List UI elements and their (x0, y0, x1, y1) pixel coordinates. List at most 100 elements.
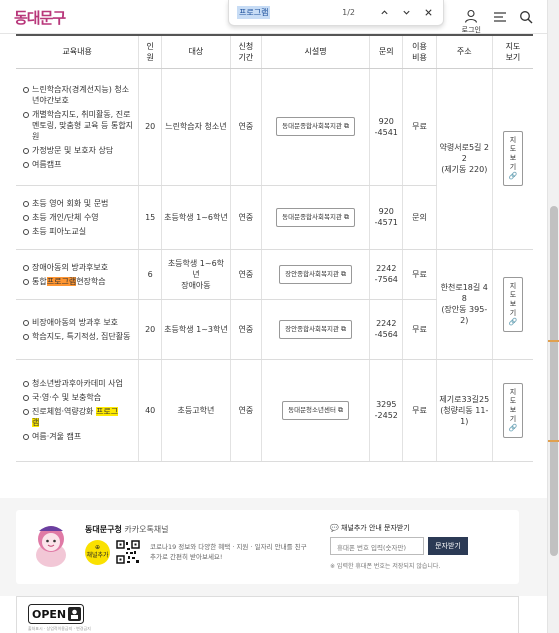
kakao-description: 코로나19 정보와 다양한 혜택 · 지원 · 일자리 안내를 친구추가로 간편… (150, 543, 307, 561)
chevron-up-icon (380, 10, 388, 15)
link-icon: 🔗 (508, 423, 518, 432)
close-icon (424, 9, 432, 16)
page-scrollbar[interactable] (547, 0, 559, 633)
find-query-input[interactable]: 프로그램 (237, 6, 271, 19)
facility-link[interactable]: 동대문종합사회복지관 ⧉ (276, 117, 355, 136)
list-item: 통합프로그램현장학습 (22, 276, 136, 287)
col-contact: 문의 (369, 34, 403, 69)
program-cell: 청소년방과후아카데미 사업 국·영·수 및 보충학습 진로체험·역량강화 프로그… (16, 359, 139, 462)
period-cell: 연중 (229, 185, 262, 250)
find-match-count: 1/2 (342, 8, 355, 17)
period-cell: 연중 (229, 359, 262, 462)
kakao-title: 동대문구청 카카오톡채널 (85, 525, 169, 534)
facility-link[interactable]: 장안종합사회복지관 ⧉ (279, 319, 352, 339)
list-item: 비장애아동의 방과후 보호 (22, 317, 136, 328)
list-item: 청소년방과후아카데미 사업 (22, 378, 136, 389)
facility-link[interactable]: 동대문청소년센터 ⧉ (282, 400, 349, 420)
map-cell: 지 도 보 기 🔗 (491, 249, 533, 360)
external-link-icon: ⧉ (343, 212, 349, 221)
link-icon: 🔗 (508, 172, 518, 180)
link-icon: 🔗 (508, 317, 518, 326)
chevron-down-icon (402, 10, 410, 15)
table-row: 장애아동의 방과후보호 통합프로그램현장학습 6 초등학생 1~6학 년 장애아동 … (16, 249, 533, 360)
capacity-cell: 20 (138, 299, 162, 360)
phone-number-input[interactable]: 휴대폰 번호 입력(숫자만) (330, 537, 424, 555)
receive-sms-button[interactable]: 문자받기 (428, 537, 468, 555)
mascot-icon (36, 526, 66, 567)
program-cell: 느린학습자(경계선지능) 청소년야간보호 개별학습지도, 취미활동, 진로멘토링… (16, 68, 139, 186)
facility-link[interactable]: 장안종합사회복지관 ⧉ (279, 264, 352, 284)
list-item: 장애아동의 방과후보호 (22, 262, 136, 273)
capacity-cell: 6 (138, 249, 162, 300)
list-item: 초등 피아노교실 (22, 226, 136, 237)
search-icon[interactable] (519, 10, 533, 24)
contact-cell: 2242 -7564 (369, 249, 403, 300)
list-item: 여름·겨울 캠프 (22, 431, 136, 442)
facility-cell: 동대문종합사회복지관 ⧉ (260, 185, 370, 250)
capacity-cell: 40 (138, 359, 162, 462)
list-item: 국·영·수 및 보충학습 (22, 392, 136, 403)
external-link-icon: ⧉ (343, 122, 349, 130)
site-logo[interactable]: 동대문구 (14, 7, 66, 28)
search-highlight: 램 (32, 418, 40, 427)
facility-cell: 장안종합사회복지관 ⧉ (260, 299, 370, 360)
find-close-button[interactable] (421, 6, 435, 20)
map-cell: 지 도 보 기 🔗 (491, 68, 533, 250)
list-item: 학습지도, 특기적성, 집단활동 (22, 331, 136, 342)
col-capacity: 인원 (138, 34, 162, 69)
fee-cell: 무료 (402, 359, 437, 462)
list-item: 초등 영어 회화 및 문법 (22, 198, 136, 209)
target-cell: 느린학습자 청소년 (161, 68, 231, 186)
map-view-button[interactable]: 지 도 보 기 🔗 (502, 382, 523, 438)
map-view-button[interactable]: 지 도 보 기 🔗 (502, 276, 523, 332)
col-period: 신청 기간 (229, 34, 262, 69)
menu-icon[interactable] (493, 10, 507, 24)
address-cell: 한천로18길 4 8 (장안동 395- 2) (435, 249, 493, 360)
facility-cell: 동대문종합사회복지관 ⧉ (260, 68, 370, 186)
facility-cell: 동대문청소년센터 ⧉ (260, 359, 370, 462)
map-view-button[interactable]: 지 도 보 기 🔗 (502, 131, 523, 186)
col-map: 지도 보기 (491, 34, 533, 69)
fee-cell: 무료 (402, 249, 437, 300)
sms-section-title: 💬 채널추가 안내 문자받기 (330, 524, 410, 532)
external-link-icon: ⧉ (340, 324, 346, 333)
period-cell: 연중 (229, 249, 262, 300)
find-bar: 프로그램 1/2 (228, 0, 444, 26)
facility-link[interactable]: 동대문종합사회복지관 ⧉ (276, 207, 355, 227)
table-header-row: 교육내용 인원 대상 신청 기간 시설명 문의 이용 비용 주소 지도 보기 (16, 34, 533, 69)
period-cell: 연중 (229, 299, 262, 360)
target-cell: 초등학생 1~6학년 (161, 185, 231, 250)
period-cell: 연중 (229, 68, 262, 186)
fee-cell: 무료 (402, 68, 437, 186)
scroll-thumb[interactable] (550, 206, 558, 556)
program-cell: 장애아동의 방과후보호 통합프로그램현장학습 (16, 249, 139, 300)
open-license-logo: OPEN (28, 604, 84, 624)
table-row: 느린학습자(경계선지능) 청소년야간보호 개별학습지도, 취미활동, 진로멘토링… (16, 68, 533, 250)
target-cell: 초등학생 1~3학년 (161, 299, 231, 360)
external-link-icon: ⧉ (337, 405, 343, 414)
capacity-cell: 20 (138, 68, 162, 186)
table-row: 청소년방과후아카데미 사업 국·영·수 및 보충학습 진로체험·역량강화 프로그… (16, 359, 533, 462)
list-item: 개별학습지도, 취미활동, 진로멘토링, 맞춤형 교육 등 통합지원 (22, 109, 136, 142)
list-item: 여름캠프 (22, 159, 136, 170)
map-cell: 지 도 보 기 🔗 (491, 359, 533, 462)
col-facility: 시설명 (260, 34, 370, 69)
user-icon (465, 9, 478, 23)
target-cell: 초등학생 1~6학 년 장애아동 (161, 249, 231, 300)
facility-cell: 장안종합사회복지관 ⧉ (260, 249, 370, 300)
kakao-add-channel-button[interactable]: ⊕ 채널추가 (85, 540, 110, 565)
login-button[interactable]: 로그인 (462, 9, 481, 35)
list-item: 진로체험·역량강화 프로그 램 (22, 406, 136, 428)
fee-cell: 문의 (402, 185, 437, 250)
external-link-icon: ⧉ (340, 269, 346, 278)
find-prev-button[interactable] (377, 6, 391, 20)
search-highlight: 프로그램 (46, 276, 77, 286)
program-cell: 초등 영어 회화 및 문법 초등 개인/단체 수영 초등 피아노교실 (16, 185, 139, 250)
license-caption: 출처표시 · 상업적이용금지 · 변경금지 (28, 626, 91, 631)
list-item: 느린학습자(경계선지능) 청소년야간보호 (22, 84, 136, 106)
qr-code-icon (116, 540, 140, 564)
contact-cell: 920 -4541 (369, 68, 403, 186)
find-next-button[interactable] (399, 6, 413, 20)
chat-icon: 💬 (330, 524, 341, 532)
contact-cell: 2242 -4564 (369, 299, 403, 360)
